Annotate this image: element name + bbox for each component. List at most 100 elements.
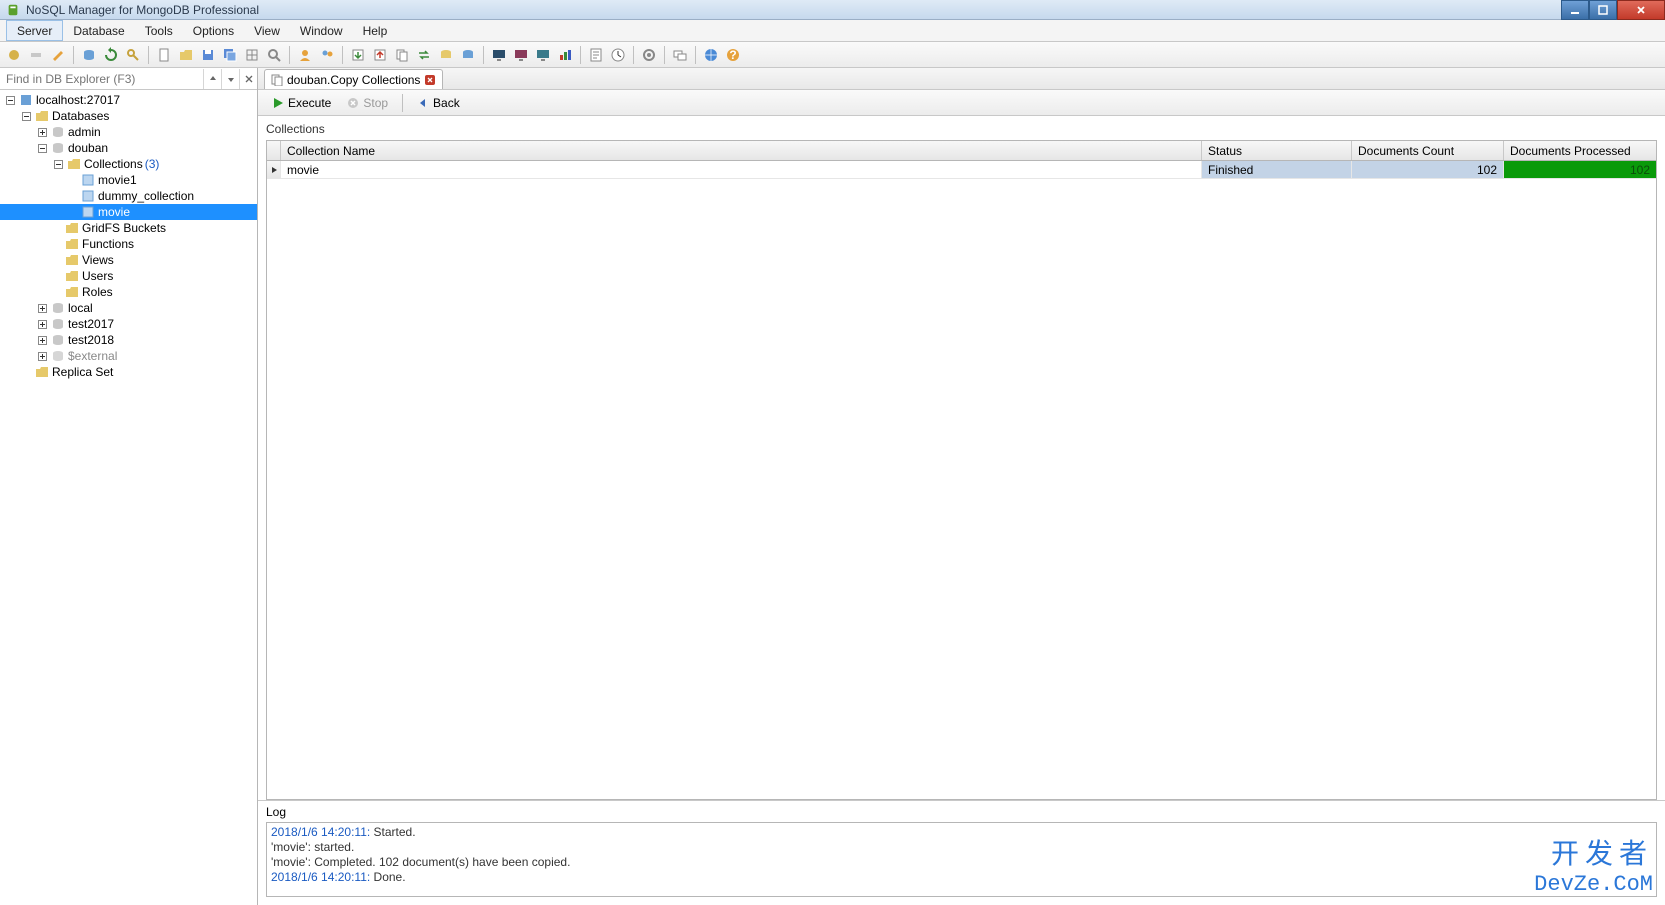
toolbar-windows-icon[interactable] xyxy=(670,45,690,65)
tree-gridfs-node[interactable]: GridFS Buckets xyxy=(0,220,257,236)
tree-replica-node[interactable]: Replica Set xyxy=(0,364,257,380)
menu-view[interactable]: View xyxy=(244,20,290,41)
tree-users-node[interactable]: Users xyxy=(0,268,257,284)
toolbar-help-icon[interactable]: ? xyxy=(723,45,743,65)
find-next-button[interactable] xyxy=(221,69,239,89)
toolbar-connect-icon[interactable] xyxy=(4,45,24,65)
toolbar-chart-icon[interactable] xyxy=(555,45,575,65)
stop-button[interactable]: Stop xyxy=(341,93,394,113)
tree-db-test2018[interactable]: test2018 xyxy=(0,332,257,348)
toolbar-globe-icon[interactable] xyxy=(701,45,721,65)
menu-server[interactable]: Server xyxy=(6,20,63,41)
tree-label: movie xyxy=(98,205,130,219)
toolbar-opendoc-icon[interactable] xyxy=(176,45,196,65)
window-controls xyxy=(1561,0,1665,19)
menu-tools[interactable]: Tools xyxy=(135,20,183,41)
app-icon xyxy=(6,3,20,17)
grid-header: Collection Name Status Documents Count D… xyxy=(267,141,1656,161)
col-status[interactable]: Status xyxy=(1202,141,1352,160)
toolbar-refresh-icon[interactable] xyxy=(101,45,121,65)
toolbar-db-icon[interactable] xyxy=(79,45,99,65)
toolbar-import-icon[interactable] xyxy=(348,45,368,65)
tree-server-node[interactable]: localhost:27017 xyxy=(0,92,257,108)
tree-roles-node[interactable]: Roles xyxy=(0,284,257,300)
collection-icon xyxy=(80,188,96,204)
tree-db-admin[interactable]: admin xyxy=(0,124,257,140)
tree-functions-node[interactable]: Functions xyxy=(0,236,257,252)
expand-icon[interactable] xyxy=(36,318,48,330)
execute-button[interactable]: Execute xyxy=(266,93,337,113)
collapse-icon[interactable] xyxy=(52,158,64,170)
toolbar-grid-icon[interactable] xyxy=(242,45,262,65)
tree-collection-movie[interactable]: movie xyxy=(0,204,257,220)
find-prev-button[interactable] xyxy=(203,69,221,89)
collapse-icon[interactable] xyxy=(36,142,48,154)
col-collection-name[interactable]: Collection Name xyxy=(281,141,1202,160)
folder-icon xyxy=(64,284,80,300)
find-close-button[interactable] xyxy=(239,69,257,89)
minimize-button[interactable] xyxy=(1561,0,1589,20)
toolbar-disconnect-icon[interactable] xyxy=(26,45,46,65)
tab-copy-collections[interactable]: douban.Copy Collections xyxy=(264,69,443,89)
database-icon xyxy=(50,348,66,364)
col-documents-processed[interactable]: Documents Processed xyxy=(1504,141,1656,160)
toolbar-backup-icon[interactable] xyxy=(436,45,456,65)
grid-row[interactable]: movie Finished 102 102 xyxy=(267,161,1656,179)
db-explorer-panel: localhost:27017 Databases admin douban xyxy=(0,68,258,905)
expand-icon[interactable] xyxy=(36,350,48,362)
tree-collection-dummy[interactable]: dummy_collection xyxy=(0,188,257,204)
tree-collection-movie1[interactable]: movie1 xyxy=(0,172,257,188)
collection-icon xyxy=(80,172,96,188)
toolbar-separator xyxy=(73,46,74,64)
back-button[interactable]: Back xyxy=(411,93,466,113)
find-input[interactable] xyxy=(0,68,203,89)
toolbar-search-icon[interactable] xyxy=(264,45,284,65)
toolbar-restore-icon[interactable] xyxy=(458,45,478,65)
menu-options[interactable]: Options xyxy=(183,20,244,41)
expand-icon[interactable] xyxy=(36,126,48,138)
find-bar xyxy=(0,68,257,90)
toolbar-saveall-icon[interactable] xyxy=(220,45,240,65)
toolbar-monitor2-icon[interactable] xyxy=(511,45,531,65)
toolbar-settings-icon[interactable] xyxy=(639,45,659,65)
tree-db-test2017[interactable]: test2017 xyxy=(0,316,257,332)
menu-database[interactable]: Database xyxy=(63,20,134,41)
menu-window[interactable]: Window xyxy=(290,20,353,41)
toolbar-transfer-icon[interactable] xyxy=(414,45,434,65)
toolbar-copy-icon[interactable] xyxy=(392,45,412,65)
close-button[interactable] xyxy=(1617,0,1665,20)
tree-label: Roles xyxy=(82,285,113,299)
toolbar-newdoc-icon[interactable] xyxy=(154,45,174,65)
tree-db-local[interactable]: local xyxy=(0,300,257,316)
tree-databases-node[interactable]: Databases xyxy=(0,108,257,124)
col-documents-count[interactable]: Documents Count xyxy=(1352,141,1504,160)
tree-db-douban[interactable]: douban xyxy=(0,140,257,156)
db-explorer-tree[interactable]: localhost:27017 Databases admin douban xyxy=(0,90,257,905)
toolbar-script-icon[interactable] xyxy=(586,45,606,65)
menu-help[interactable]: Help xyxy=(353,20,398,41)
toolbar-save-icon[interactable] xyxy=(198,45,218,65)
toolbar-schedule-icon[interactable] xyxy=(608,45,628,65)
collapse-icon[interactable] xyxy=(4,94,16,106)
toolbar-monitor1-icon[interactable] xyxy=(489,45,509,65)
collections-title: Collections xyxy=(266,122,1657,136)
tree-label: test2017 xyxy=(68,317,114,331)
log-output[interactable]: 2018/1/6 14:20:11: Started. 'movie': sta… xyxy=(266,822,1657,897)
toolbar-edit-icon[interactable] xyxy=(48,45,68,65)
collapse-icon[interactable] xyxy=(20,110,32,122)
tree-collections-node[interactable]: Collections (3) xyxy=(0,156,257,172)
tree-db-external[interactable]: $external xyxy=(0,348,257,364)
toolbar-roles-icon[interactable] xyxy=(317,45,337,65)
expand-icon[interactable] xyxy=(36,334,48,346)
tab-close-icon[interactable] xyxy=(424,74,436,86)
toolbar-export-icon[interactable] xyxy=(370,45,390,65)
maximize-button[interactable] xyxy=(1589,0,1617,20)
toolbar-users-icon[interactable] xyxy=(295,45,315,65)
toolbar-key-icon[interactable] xyxy=(123,45,143,65)
cell-name: movie xyxy=(281,161,1202,178)
grid-body[interactable]: movie Finished 102 102 xyxy=(267,161,1656,799)
expand-icon[interactable] xyxy=(36,302,48,314)
menu-bar: Server Database Tools Options View Windo… xyxy=(0,20,1665,42)
tree-views-node[interactable]: Views xyxy=(0,252,257,268)
toolbar-monitor3-icon[interactable] xyxy=(533,45,553,65)
